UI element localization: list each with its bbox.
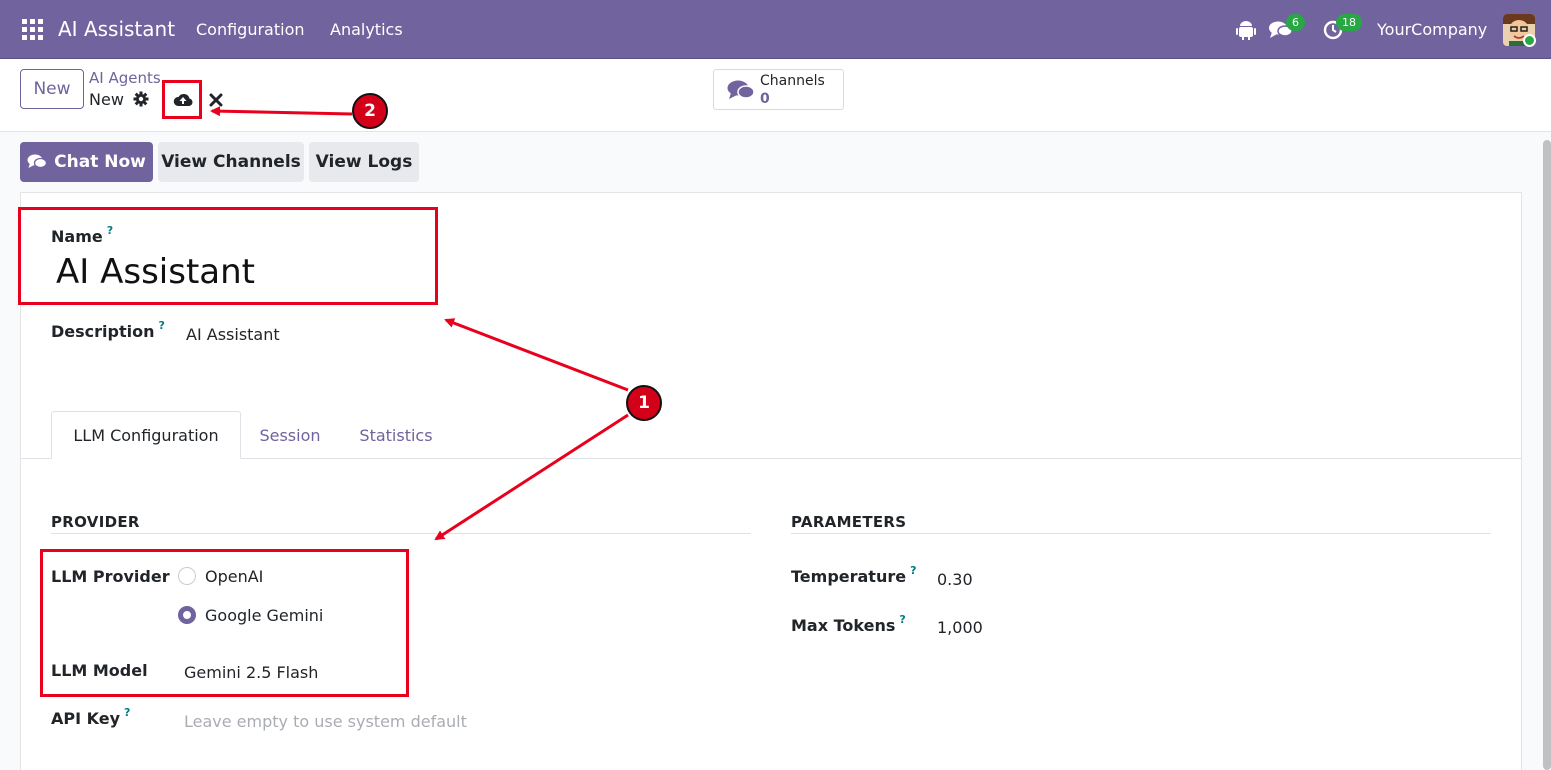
breadcrumb-parent[interactable]: AI Agents [89,69,161,87]
max-tokens-help-icon[interactable]: ? [899,613,905,626]
parameters-section-title: PARAMETERS [791,513,907,531]
max-tokens-label: Max Tokens? [791,613,906,635]
apps-menu-icon[interactable] [22,19,43,40]
menu-analytics[interactable]: Analytics [330,20,403,39]
callout-1: 1 [626,385,662,421]
view-logs-button[interactable]: View Logs [309,142,419,182]
tabs-underline [21,458,1521,459]
channels-stat-button[interactable]: Channels 0 [713,69,844,110]
highlight-box-provider [40,549,409,697]
tab-statistics[interactable]: Statistics [350,411,442,459]
description-input[interactable]: AI Assistant [186,325,280,344]
channels-stat-label: Channels [760,73,825,89]
provider-section-divider [51,533,751,534]
callout-2: 2 [352,93,388,129]
discard-close-icon[interactable] [209,93,223,107]
description-help-icon[interactable]: ? [158,319,164,332]
menu-configuration[interactable]: Configuration [196,20,305,39]
temperature-help-icon[interactable]: ? [910,564,916,577]
chat-icon [27,154,48,169]
channels-stat-value: 0 [760,91,770,107]
tab-llm-configuration[interactable]: LLM Configuration [51,411,241,459]
tab-session[interactable]: Session [250,411,330,459]
highlight-box-save [162,80,202,119]
description-label: Description? [51,319,165,341]
top-navbar: AI Assistant Configuration Analytics 6 1… [0,0,1551,59]
gear-icon[interactable] [133,91,149,107]
channels-icon [727,80,755,99]
chat-now-button[interactable]: Chat Now [20,142,153,182]
chat-now-label: Chat Now [54,152,146,172]
highlight-box-name [18,207,438,305]
new-button[interactable]: New [20,69,84,109]
app-title[interactable]: AI Assistant [58,17,175,41]
parameters-section-divider [791,533,1491,534]
breadcrumb-current: New [89,90,124,109]
provider-section-title: PROVIDER [51,513,140,531]
vertical-scrollbar[interactable] [1543,140,1551,770]
temperature-input[interactable]: 0.30 [937,570,973,589]
company-switcher[interactable]: YourCompany [1377,20,1487,39]
api-key-label: API Key? [51,706,131,728]
temperature-label: Temperature? [791,564,917,586]
view-channels-button[interactable]: View Channels [158,142,304,182]
activities-count-badge: 18 [1336,14,1362,31]
api-key-help-icon[interactable]: ? [124,706,130,719]
messages-count-badge: 6 [1286,14,1305,31]
api-key-input[interactable]: Leave empty to use system default [184,712,467,731]
control-panel: New AI Agents New Channels 0 [0,59,1551,132]
online-status-dot [1523,34,1536,47]
max-tokens-input[interactable]: 1,000 [937,618,983,637]
android-icon[interactable] [1236,20,1256,40]
